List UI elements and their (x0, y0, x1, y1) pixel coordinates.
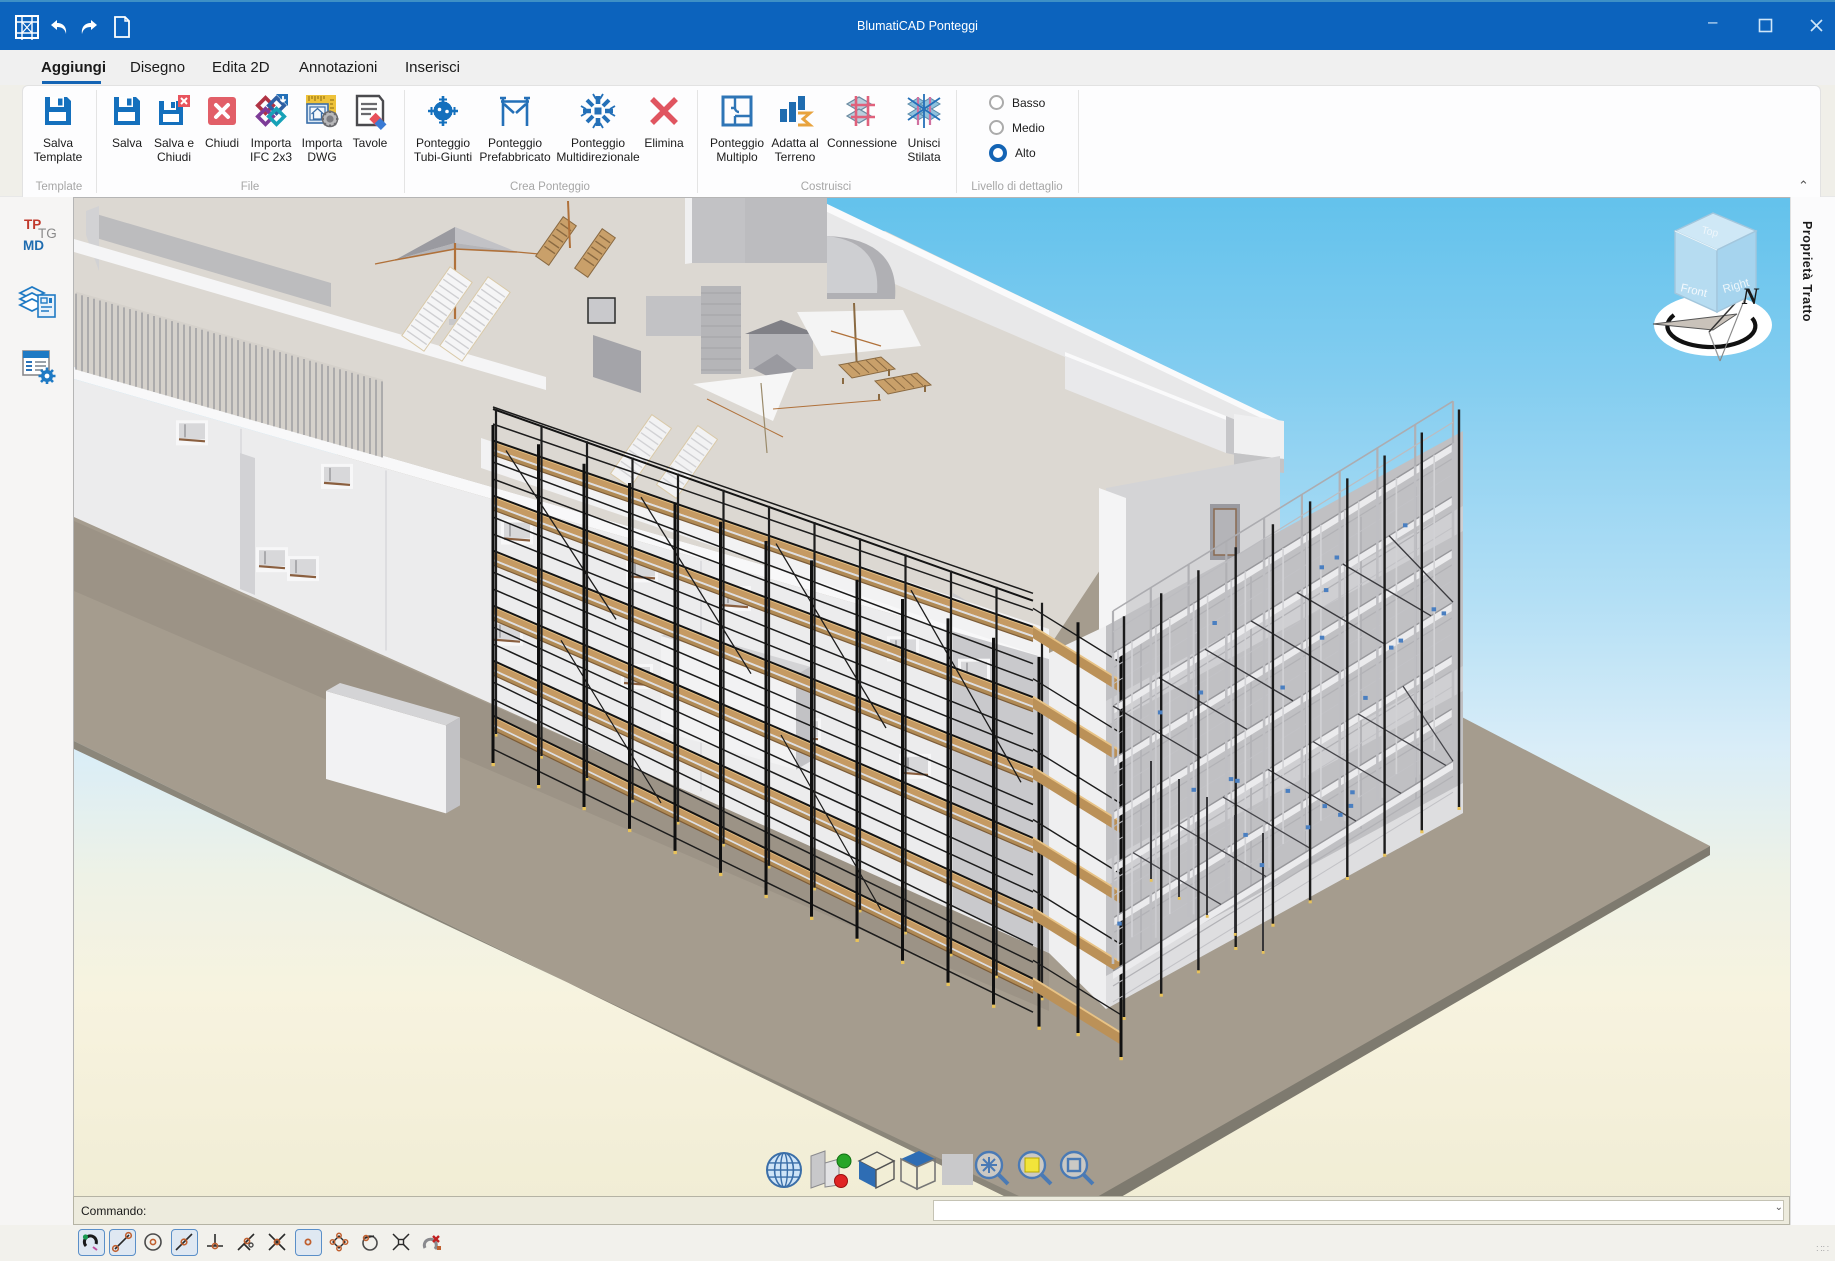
svg-text:N: N (1741, 284, 1760, 309)
